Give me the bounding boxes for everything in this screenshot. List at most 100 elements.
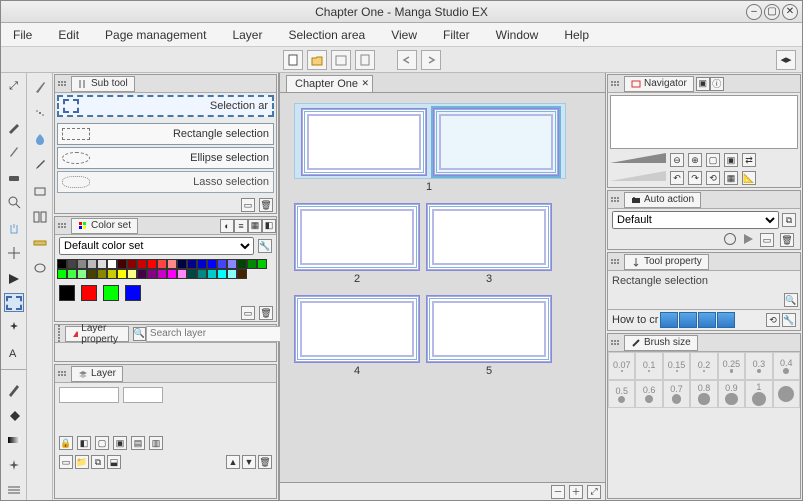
layer-fx-icon[interactable]: ▥ — [149, 436, 163, 450]
menu-help[interactable]: Help — [560, 26, 593, 44]
swatch[interactable] — [67, 269, 77, 279]
sparkle-tool-icon[interactable] — [4, 456, 24, 475]
brush-size-cell[interactable]: 0.07 — [608, 352, 635, 380]
swatch[interactable] — [257, 259, 267, 269]
swatch[interactable] — [167, 259, 177, 269]
swatch[interactable] — [157, 269, 167, 279]
layer-blend-dropdown[interactable] — [59, 387, 119, 403]
wand-tool-icon[interactable] — [4, 318, 24, 337]
swatch[interactable] — [237, 269, 247, 279]
brush-size-cell[interactable]: 0.9 — [718, 380, 745, 408]
brush-size-cell[interactable]: 0.5 — [608, 380, 635, 408]
swatch[interactable] — [157, 259, 167, 269]
canvas-area[interactable]: 1 2 3 4 5 — [280, 93, 605, 482]
swatch[interactable] — [147, 269, 157, 279]
brush-size-cell[interactable] — [773, 380, 800, 408]
brushsize-tab[interactable]: Brush size — [624, 335, 698, 351]
menu-edit[interactable]: Edit — [54, 26, 83, 44]
nav-100-icon[interactable]: ▣ — [724, 153, 738, 167]
toolprop-tab[interactable]: Tool property — [624, 254, 709, 270]
layer-clip-icon[interactable]: ◧ — [77, 436, 91, 450]
brush-size-cell[interactable]: 0.7 — [663, 380, 690, 408]
layer-mask-icon[interactable]: ▢ — [95, 436, 109, 450]
swatch[interactable] — [107, 269, 117, 279]
colorset-wrench-icon[interactable]: 🔧 — [258, 239, 272, 253]
subtool-selected[interactable]: Selection ar — [57, 95, 274, 117]
swatch[interactable] — [177, 269, 187, 279]
swatch[interactable] — [117, 259, 127, 269]
magnifier-tool-icon[interactable] — [4, 193, 24, 212]
collapse-toggle-icon[interactable]: ◂▸ — [776, 50, 796, 70]
swatch[interactable] — [87, 269, 97, 279]
howto-mode1[interactable] — [660, 312, 678, 328]
swatch[interactable] — [97, 269, 107, 279]
swatch[interactable] — [77, 259, 87, 269]
colorset-add-icon[interactable]: ▭ — [241, 306, 255, 320]
page-thumb-left[interactable] — [301, 108, 427, 176]
swatch[interactable] — [147, 259, 157, 269]
maximize-button[interactable]: ▢ — [764, 4, 780, 20]
colorset-opt4-icon[interactable]: ◧ — [262, 219, 276, 233]
swatch[interactable] — [227, 259, 237, 269]
zoom-fit-icon[interactable]: ⤢ — [587, 485, 601, 499]
page-thumb-5[interactable] — [426, 295, 552, 363]
ruler-tool-icon[interactable] — [30, 233, 50, 253]
subtool-add-icon[interactable]: ▭ — [241, 198, 255, 212]
colorset-trash-icon[interactable]: 🗑 — [259, 306, 273, 320]
howto-mode3[interactable] — [698, 312, 716, 328]
text-tool-icon[interactable]: A — [4, 344, 24, 363]
new-file-icon[interactable] — [283, 50, 303, 70]
subtool-rectangle[interactable]: Rectangle selection — [57, 123, 274, 145]
autoaction-record-icon[interactable] — [724, 233, 736, 245]
swatch[interactable] — [117, 269, 127, 279]
swatch[interactable] — [197, 259, 207, 269]
pen-tool-icon[interactable] — [4, 143, 24, 162]
layerprop-search-icon[interactable]: 🔍 — [133, 327, 146, 341]
open-file-icon[interactable] — [307, 50, 327, 70]
swatch[interactable] — [167, 269, 177, 279]
brush-size-cell[interactable]: 0.1 — [635, 352, 662, 380]
navigator-tab[interactable]: Navigator — [624, 76, 694, 92]
swatch[interactable] — [127, 269, 137, 279]
toolprop-reset-icon[interactable]: ⟲ — [766, 313, 780, 327]
brush-size-cell[interactable]: 0.8 — [690, 380, 717, 408]
balloon-tool-icon[interactable] — [30, 259, 50, 279]
layer-down-icon[interactable]: ▼ — [242, 455, 256, 469]
colorset-opt3-icon[interactable]: ▦ — [248, 219, 262, 233]
layerprop-tab[interactable]: Layer property — [65, 326, 129, 342]
nav-zoomin-icon[interactable]: ⊕ — [688, 153, 702, 167]
swatch[interactable] — [227, 269, 237, 279]
page-icon[interactable] — [355, 50, 375, 70]
recent-swatch[interactable] — [59, 285, 75, 301]
layer-tab[interactable]: Layer — [71, 366, 123, 382]
airbrush-tool-icon[interactable] — [30, 103, 50, 123]
layer-opacity-field[interactable] — [123, 387, 163, 403]
autoaction-dropdown[interactable]: Default — [612, 211, 779, 229]
frame-tool-icon[interactable] — [30, 207, 50, 227]
swatch[interactable] — [207, 269, 217, 279]
brush-size-cell[interactable]: 0.25 — [718, 352, 745, 380]
fill-tool-icon[interactable] — [4, 406, 24, 425]
redo-icon[interactable] — [421, 50, 441, 70]
layer-ref-icon[interactable]: ▣ — [113, 436, 127, 450]
nav-grid-icon[interactable]: ▦ — [724, 171, 738, 185]
layer-merge-icon[interactable]: ⬓ — [107, 455, 121, 469]
move-tool-icon[interactable] — [4, 243, 24, 262]
swatch[interactable] — [197, 269, 207, 279]
autoaction-trash-icon[interactable]: 🗑 — [780, 233, 794, 247]
close-button[interactable]: ✕ — [782, 4, 798, 20]
nav-reset-icon[interactable]: ⟲ — [706, 171, 720, 185]
colorset-opt2-icon[interactable]: ≡ — [234, 219, 248, 233]
menu-filter[interactable]: Filter — [439, 26, 474, 44]
layer-dup-icon[interactable]: ⧉ — [91, 455, 105, 469]
brush-size-cell[interactable]: 1 — [745, 380, 772, 408]
hand-tool-icon[interactable] — [4, 218, 24, 237]
swatch[interactable] — [247, 259, 257, 269]
nav-flip-icon[interactable]: ⇄ — [742, 153, 756, 167]
colorset-tab[interactable]: Color set — [71, 218, 138, 234]
layer-draft-icon[interactable]: ▤ — [131, 436, 145, 450]
swatch[interactable] — [107, 259, 117, 269]
brush-tool-icon[interactable] — [4, 118, 24, 137]
swatch[interactable] — [137, 259, 147, 269]
swatch[interactable] — [177, 259, 187, 269]
